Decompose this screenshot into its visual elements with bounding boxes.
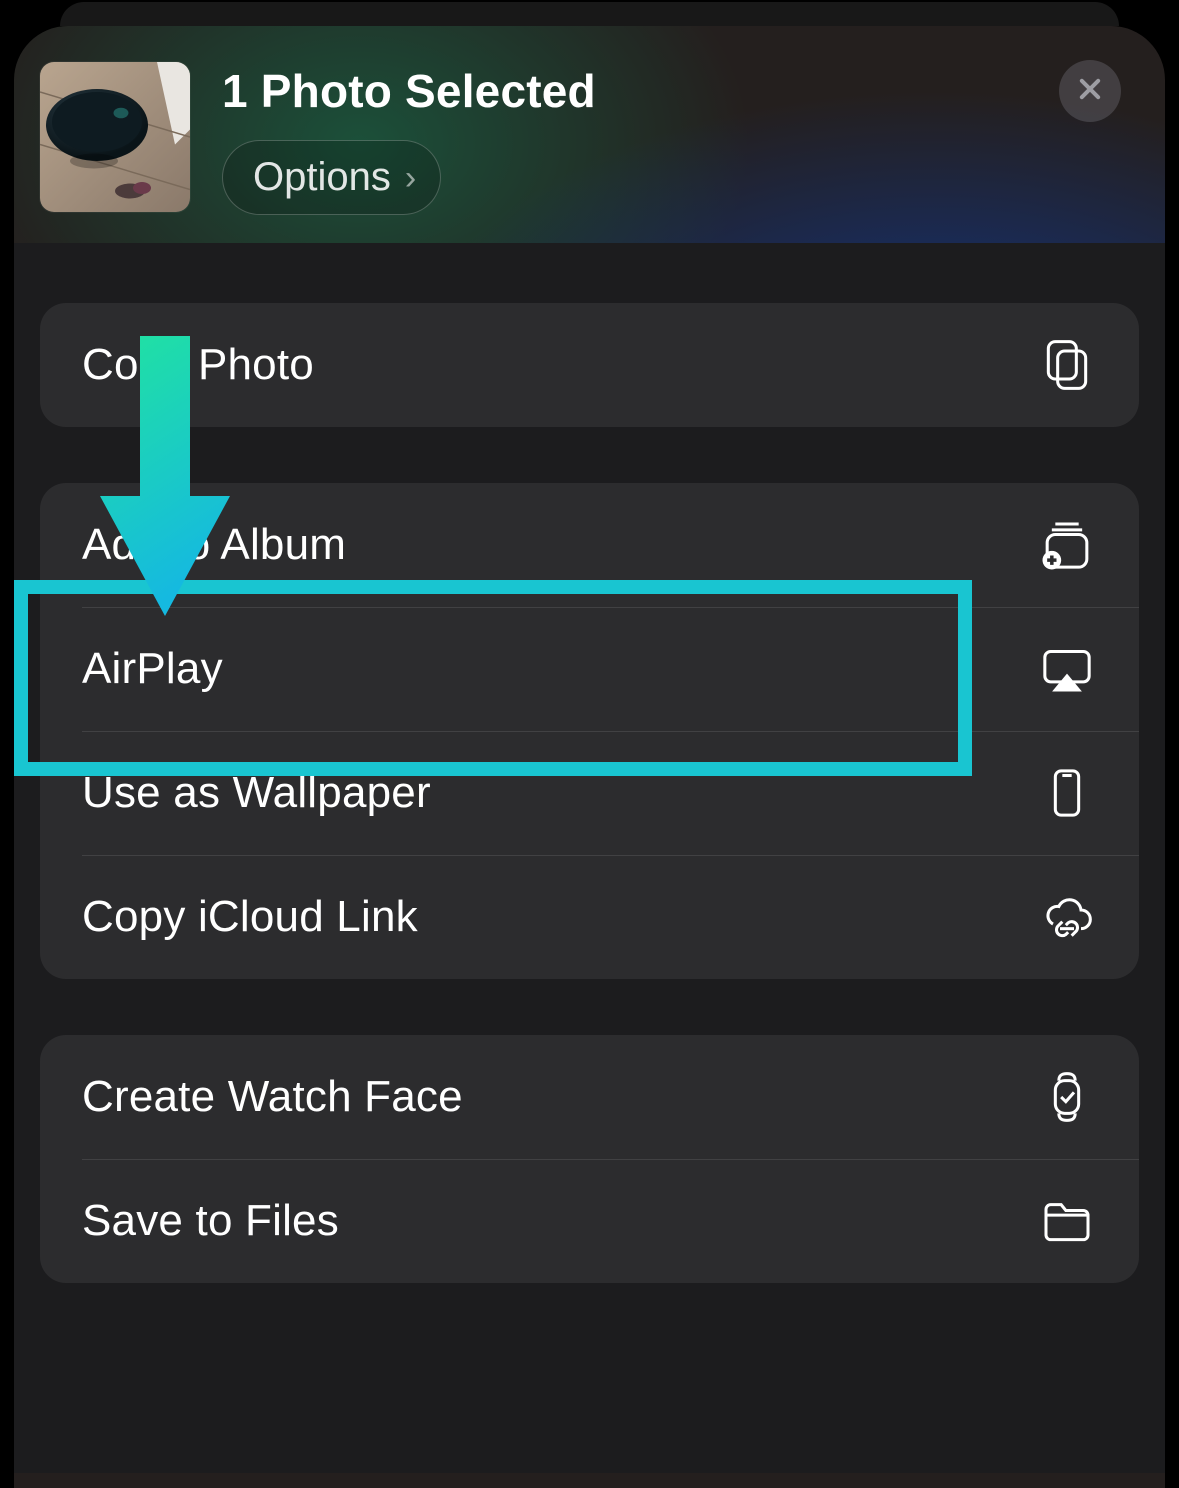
action-label: Copy iCloud Link <box>82 892 418 942</box>
action-label: Add to Album <box>82 520 346 570</box>
folder-icon <box>1037 1191 1097 1251</box>
selected-photo-thumbnail[interactable] <box>40 62 190 212</box>
action-add-to-album[interactable]: Add to Album <box>40 483 1139 607</box>
options-label: Options <box>253 155 391 200</box>
action-label: Create Watch Face <box>82 1072 463 1122</box>
copy-icon <box>1037 335 1097 395</box>
chevron-right-icon: › <box>405 161 416 195</box>
options-button[interactable]: Options › <box>222 140 441 215</box>
watch-icon <box>1037 1067 1097 1127</box>
action-label: Use as Wallpaper <box>82 768 431 818</box>
share-sheet: 1 Photo Selected Options › Copy Photo <box>14 26 1165 1488</box>
icloud-link-icon <box>1037 887 1097 947</box>
action-label: Copy Photo <box>82 340 314 390</box>
action-group: Add to Album AirPlay <box>40 483 1139 979</box>
share-sheet-title: 1 Photo Selected <box>222 64 1125 118</box>
action-group: Copy Photo <box>40 303 1139 427</box>
airplay-icon <box>1037 639 1097 699</box>
action-copy-photo[interactable]: Copy Photo <box>40 303 1139 427</box>
close-icon <box>1076 75 1104 108</box>
action-use-as-wallpaper[interactable]: Use as Wallpaper <box>40 731 1139 855</box>
phone-icon <box>1037 763 1097 823</box>
action-copy-icloud-link[interactable]: Copy iCloud Link <box>40 855 1139 979</box>
close-button[interactable] <box>1059 60 1121 122</box>
action-create-watch-face[interactable]: Create Watch Face <box>40 1035 1139 1159</box>
share-sheet-body: Copy Photo Add to Album <box>14 243 1165 1473</box>
header-texts: 1 Photo Selected Options › <box>222 62 1125 215</box>
action-group: Create Watch Face Save to Files <box>40 1035 1139 1283</box>
action-airplay[interactable]: AirPlay <box>40 607 1139 731</box>
action-save-to-files[interactable]: Save to Files <box>40 1159 1139 1283</box>
share-sheet-header: 1 Photo Selected Options › <box>14 26 1165 243</box>
action-label: Save to Files <box>82 1196 339 1246</box>
action-label: AirPlay <box>82 644 223 694</box>
add-to-album-icon <box>1037 515 1097 575</box>
sheet-stack-hint <box>60 2 1119 26</box>
